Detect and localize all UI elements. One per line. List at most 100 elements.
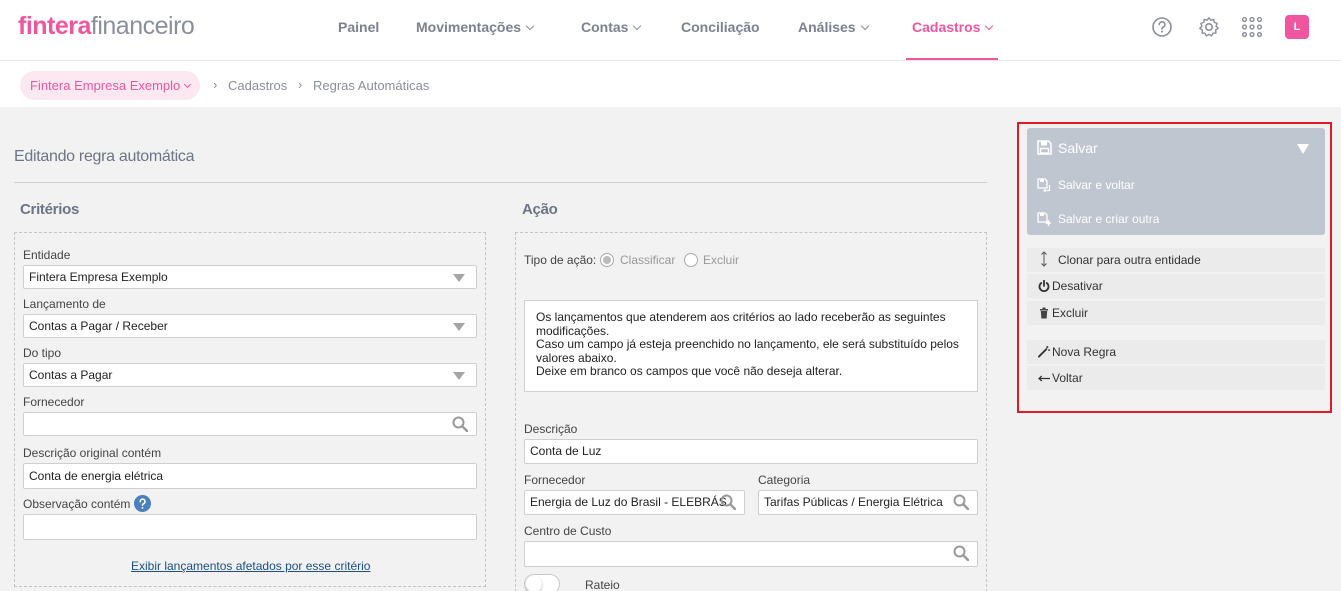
search-icon	[452, 416, 468, 432]
radio-classificar[interactable]	[600, 253, 614, 267]
chevron-down-icon	[184, 80, 192, 89]
clone-label: Clonar para outra entidade	[1058, 253, 1201, 267]
tipo-label: Do tipo	[23, 346, 62, 360]
avatar[interactable]: L	[1285, 15, 1309, 39]
fornecedor-label: Fornecedor	[23, 395, 85, 409]
deactivate-label: Desativar	[1052, 279, 1103, 293]
save-dropdown-toggle-icon[interactable]	[1297, 144, 1309, 154]
back-label: Voltar	[1052, 371, 1083, 385]
nav-item-painel[interactable]: Painel	[338, 0, 379, 60]
save-button[interactable]: Salvar	[1058, 140, 1098, 156]
arrow-left-icon	[1038, 375, 1050, 382]
breadcrumb-item-regras: Regras Automáticas	[313, 78, 430, 93]
breadcrumb: Fintera Empresa Exemplo › Cadastros › Re…	[0, 61, 1341, 107]
descricao-original-input[interactable]: Conta de energia elétrica	[23, 463, 477, 489]
nav-label: Cadastros	[912, 19, 981, 35]
search-icon	[953, 545, 969, 561]
observacao-input[interactable]	[23, 514, 477, 540]
chevron-down-icon	[525, 21, 535, 31]
descricao-value: Conta de Luz	[530, 444, 602, 458]
nav-item-movimentacoes[interactable]: Movimentações	[416, 0, 535, 60]
nav-item-analises[interactable]: Análises	[798, 0, 869, 60]
chevron-down-icon	[633, 21, 642, 31]
descricao-original-label: Descrição original contém	[23, 446, 162, 460]
tipo-value: Contas a Pagar	[29, 368, 113, 382]
save-and-new-icon	[1037, 212, 1051, 226]
fornecedor-search-input[interactable]	[23, 412, 477, 436]
save-and-new-button[interactable]: Salvar e criar outra	[1058, 212, 1159, 226]
info-line: Deixe em branco os campos que você não d…	[536, 364, 843, 378]
descricao-label: Descrição	[524, 422, 578, 436]
company-name: Fintera Empresa Exemplo	[30, 78, 181, 93]
centro-custo-label: Centro de Custo	[524, 524, 612, 538]
observacao-label: Observação contém	[23, 497, 131, 511]
info-line: Os lançamentos que atenderem aos critéri…	[536, 310, 946, 338]
company-selector[interactable]: Fintera Empresa Exemplo	[20, 71, 201, 100]
save-and-back-icon	[1037, 178, 1051, 192]
rateio-label: Rateio	[585, 578, 620, 591]
new-rule-label: Nova Regra	[1052, 345, 1117, 359]
search-icon	[720, 494, 736, 510]
radio-excluir-label[interactable]: Excluir	[703, 253, 739, 267]
help-icon[interactable]	[134, 495, 151, 512]
nav-item-conciliacao[interactable]: Conciliação	[681, 0, 760, 60]
radio-excluir[interactable]	[684, 253, 698, 267]
floppy-disk-icon	[1037, 140, 1052, 155]
product-name: financeiro	[90, 12, 195, 40]
descricao-original-value: Conta de energia elétrica	[29, 469, 164, 483]
rateio-toggle[interactable]	[524, 574, 560, 591]
top-navbar: finterafinanceiro Painel Movimentações C…	[0, 0, 1341, 61]
nav-label: Conciliação	[681, 19, 760, 35]
magic-wand-icon	[1038, 345, 1050, 358]
categoria-value: Tarifas Públicas / Energia Elétrica	[764, 495, 943, 509]
acao-fornecedor-value: Energia de Luz do Brasil - ELEBRÁS	[530, 495, 727, 509]
centro-custo-input[interactable]	[524, 541, 978, 567]
tipo-select[interactable]: Contas a Pagar	[23, 363, 477, 387]
nav-label: Painel	[338, 19, 380, 35]
lancamento-label: Lançamento de	[23, 297, 106, 311]
new-rule-button[interactable]: Nova Regra	[1027, 340, 1325, 364]
nav-label: Análises	[798, 19, 856, 35]
descricao-input[interactable]: Conta de Luz	[524, 439, 978, 464]
lancamento-value: Contas a Pagar / Receber	[29, 319, 168, 333]
gear-icon[interactable]	[1198, 16, 1220, 38]
acao-fornecedor-input[interactable]: Energia de Luz do Brasil - ELEBRÁS	[524, 490, 745, 515]
lancamento-select[interactable]: Contas a Pagar / Receber	[23, 314, 477, 338]
dropdown-arrow-icon	[453, 274, 465, 282]
breadcrumb-separator-icon: ›	[213, 77, 218, 92]
deactivate-button[interactable]: Desativar	[1027, 274, 1325, 298]
breadcrumb-item-cadastros[interactable]: Cadastros	[228, 78, 287, 93]
clone-arrows-icon	[1040, 251, 1052, 275]
back-button[interactable]: Voltar	[1027, 366, 1325, 390]
help-icon[interactable]	[1151, 16, 1173, 38]
radio-classificar-label[interactable]: Classificar	[620, 253, 675, 267]
show-affected-entries-link[interactable]: Exibir lançamentos afetados por esse cri…	[131, 559, 370, 573]
delete-button[interactable]: Excluir	[1027, 301, 1325, 325]
power-icon	[1038, 280, 1050, 292]
entidade-label: Entidade	[23, 248, 71, 262]
brand-name: fintera	[18, 12, 91, 40]
nav-item-cadastros[interactable]: Cadastros	[906, 0, 999, 60]
nav-label: Contas	[581, 19, 629, 35]
acao-fornecedor-label: Fornecedor	[524, 473, 586, 487]
save-and-back-button[interactable]: Salvar e voltar	[1058, 178, 1135, 192]
dropdown-arrow-icon	[453, 372, 465, 380]
entidade-select[interactable]: Fintera Empresa Exemplo	[23, 265, 477, 289]
page-title: Editando regra automática	[14, 148, 195, 165]
info-line: Caso um campo já esteja preenchido no la…	[536, 337, 959, 365]
dropdown-arrow-icon	[453, 323, 465, 331]
breadcrumb-separator-icon: ›	[298, 77, 303, 92]
apps-grid-icon[interactable]	[1241, 16, 1263, 38]
delete-label: Excluir	[1052, 306, 1089, 320]
tipo-acao-label: Tipo de ação:	[524, 253, 597, 267]
categoria-label: Categoria	[758, 473, 811, 487]
chevron-down-icon	[860, 21, 869, 31]
clone-button[interactable]: Clonar para outra entidade	[1027, 248, 1325, 272]
info-message: Os lançamentos que atenderem aos critéri…	[524, 300, 978, 392]
app-logo[interactable]: finterafinanceiro	[18, 12, 195, 41]
action-title: Ação	[522, 201, 558, 218]
criteria-title: Critérios	[20, 201, 79, 218]
nav-item-contas[interactable]: Contas	[581, 0, 642, 60]
entidade-value: Fintera Empresa Exemplo	[29, 270, 168, 284]
categoria-input[interactable]: Tarifas Públicas / Energia Elétrica	[758, 490, 978, 515]
